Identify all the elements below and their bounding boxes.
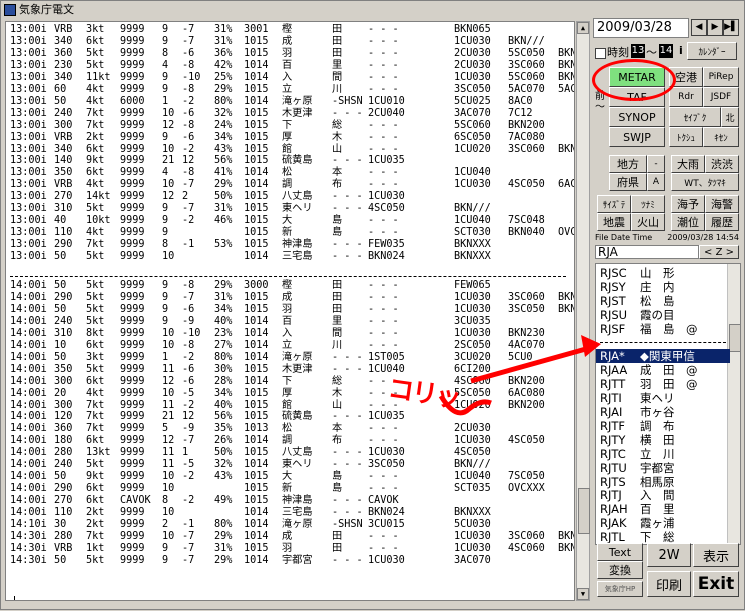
annotation-arrow-head-icon bbox=[581, 335, 601, 357]
annotation-arrows bbox=[438, 335, 601, 416]
annotation-arrow-line bbox=[470, 344, 594, 384]
app-window: 気象庁電文 13:00i VRB 3kt 9999 9 -7 31% 3001 樫田 - - -B… bbox=[0, 0, 745, 610]
